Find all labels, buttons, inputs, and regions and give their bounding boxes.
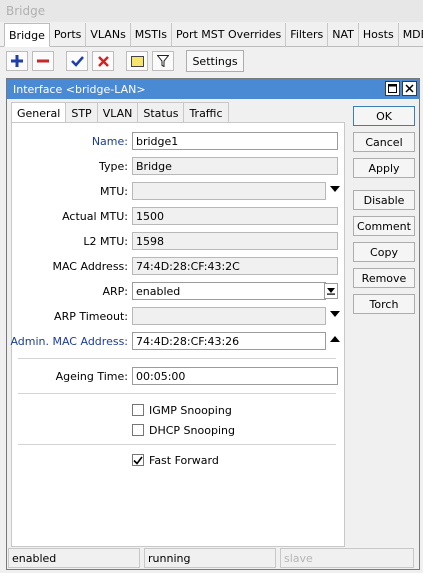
admin-mac-row: Admin. MAC Address: 74:4D:28:CF:43:26 <box>10 332 346 352</box>
mtu-label: MTU: <box>100 185 128 198</box>
comment-icon <box>130 55 144 67</box>
settings-button[interactable]: Settings <box>186 50 244 72</box>
name-row: Name: bridge1 <box>12 132 346 152</box>
tab-filters[interactable]: Filters <box>286 23 329 46</box>
tab-vlans[interactable]: VLANs <box>86 23 131 46</box>
tab-mstis[interactable]: MSTIs <box>131 23 172 46</box>
dhcp-snooping-checkbox[interactable] <box>132 424 144 436</box>
status-running: running <box>144 548 276 568</box>
disable-button[interactable] <box>92 51 114 71</box>
arp-timeout-input[interactable] <box>132 307 326 325</box>
ageing-time-label: Ageing Time: <box>55 370 128 383</box>
actual-mtu-row: Actual MTU: 1500 <box>12 207 346 227</box>
name-input[interactable]: bridge1 <box>132 132 338 150</box>
admin-mac-input[interactable]: 74:4D:28:CF:43:26 <box>132 332 326 350</box>
admin-mac-label: Admin. MAC Address: <box>10 335 128 348</box>
mac-address-row: MAC Address: 74:4D:28:CF:43:2C <box>12 257 346 277</box>
admin-mac-collapse-icon[interactable] <box>330 336 340 342</box>
fast-forward-checkbox[interactable] <box>132 454 144 466</box>
fast-forward-row[interactable]: Fast Forward <box>132 451 219 469</box>
disable-button[interactable]: Disable <box>353 190 415 210</box>
check-icon <box>133 456 143 465</box>
close-button[interactable] <box>402 81 417 96</box>
dialog-tabbar: General STP VLAN Status Traffic <box>11 102 229 123</box>
tab-port-mst-overrides[interactable]: Port MST Overrides <box>172 23 287 46</box>
ok-button[interactable]: OK <box>353 106 415 126</box>
apply-button[interactable]: Apply <box>353 158 415 178</box>
dhcp-snooping-label: DHCP Snooping <box>149 423 235 437</box>
remove-icon <box>37 59 49 63</box>
tab-mdb[interactable]: MDB <box>399 23 423 46</box>
status-enabled: enabled <box>8 548 140 568</box>
remove-button[interactable]: Remove <box>353 268 415 288</box>
dialog-tab-status[interactable]: Status <box>137 102 185 123</box>
arp-timeout-row: ARP Timeout: <box>12 307 346 327</box>
comment-button[interactable]: Comment <box>353 216 415 236</box>
dialog-tab-stp[interactable]: STP <box>65 102 98 123</box>
arp-dropdown-button[interactable] <box>324 283 338 299</box>
l2-mtu-row: L2 MTU: 1598 <box>12 232 346 252</box>
tab-hosts[interactable]: Hosts <box>359 23 399 46</box>
status-slave: slave <box>280 548 414 568</box>
actual-mtu-label: Actual MTU: <box>62 210 128 223</box>
mtu-row: MTU: <box>12 182 346 202</box>
actual-mtu-field: 1500 <box>132 207 338 225</box>
chevron-down-icon <box>327 288 335 295</box>
arp-select[interactable]: enabled <box>132 282 326 300</box>
tab-ports[interactable]: Ports <box>50 23 87 46</box>
dialog-tab-general[interactable]: General <box>11 102 67 123</box>
tab-nat[interactable]: NAT <box>328 23 359 46</box>
enable-button[interactable] <box>66 51 88 71</box>
interface-dialog: Interface <bridge-LAN> General STP VLAN … <box>6 78 420 570</box>
igmp-snooping-label: IGMP Snooping <box>149 403 232 417</box>
dialog-tab-traffic[interactable]: Traffic <box>183 102 229 123</box>
l2-mtu-label: L2 MTU: <box>83 235 128 248</box>
mtu-input[interactable] <box>132 182 326 200</box>
tab-bridge[interactable]: Bridge <box>4 23 50 47</box>
divider <box>18 444 336 445</box>
ageing-time-input[interactable]: 00:05:00 <box>132 367 338 385</box>
fast-forward-label: Fast Forward <box>149 453 219 467</box>
toolbar: Settings <box>0 48 423 74</box>
igmp-snooping-checkbox[interactable] <box>132 404 144 416</box>
remove-button[interactable] <box>32 51 54 71</box>
arp-timeout-dropdown-icon[interactable] <box>330 311 340 317</box>
name-label: Name: <box>91 135 128 148</box>
dialog-tab-vlan[interactable]: VLAN <box>96 102 139 123</box>
type-row: Type: Bridge <box>12 157 346 177</box>
divider <box>18 358 336 359</box>
add-button[interactable] <box>6 51 28 71</box>
dhcp-snooping-row[interactable]: DHCP Snooping <box>132 421 235 439</box>
arp-timeout-label: ARP Timeout: <box>54 310 128 323</box>
divider <box>18 393 336 394</box>
arp-label: ARP: <box>102 285 128 298</box>
filter-icon <box>157 55 169 67</box>
disable-icon <box>97 55 109 67</box>
cancel-button[interactable]: Cancel <box>353 132 415 152</box>
main-tabbar: Bridge Ports VLANs MSTIs Port MST Overri… <box>0 23 423 47</box>
l2-mtu-field: 1598 <box>132 232 338 250</box>
close-icon <box>405 84 414 93</box>
mac-address-label: MAC Address: <box>52 260 128 273</box>
arp-row: ARP: enabled <box>12 282 346 302</box>
igmp-snooping-row[interactable]: IGMP Snooping <box>132 401 232 419</box>
maximize-button[interactable] <box>385 81 400 96</box>
ageing-time-row: Ageing Time: 00:05:00 <box>12 367 346 387</box>
window-title: Bridge <box>0 0 423 22</box>
mac-address-field: 74:4D:28:CF:43:2C <box>132 257 338 275</box>
comment-button[interactable] <box>126 51 148 71</box>
type-label: Type: <box>99 160 128 173</box>
add-icon <box>11 55 23 67</box>
filter-button[interactable] <box>152 51 174 71</box>
type-field: Bridge <box>132 157 338 175</box>
mtu-dropdown-icon[interactable] <box>330 186 340 192</box>
copy-button[interactable]: Copy <box>353 242 415 262</box>
torch-button[interactable]: Torch <box>353 294 415 314</box>
dialog-titlebar: Interface <bridge-LAN> <box>7 79 419 99</box>
status-bar: enabled running slave <box>0 548 423 570</box>
dialog-title: Interface <bridge-LAN> <box>13 82 146 96</box>
general-form: Name: bridge1 Type: Bridge MTU: Actual M… <box>10 122 346 547</box>
maximize-icon <box>388 84 397 93</box>
enable-icon <box>70 56 84 67</box>
